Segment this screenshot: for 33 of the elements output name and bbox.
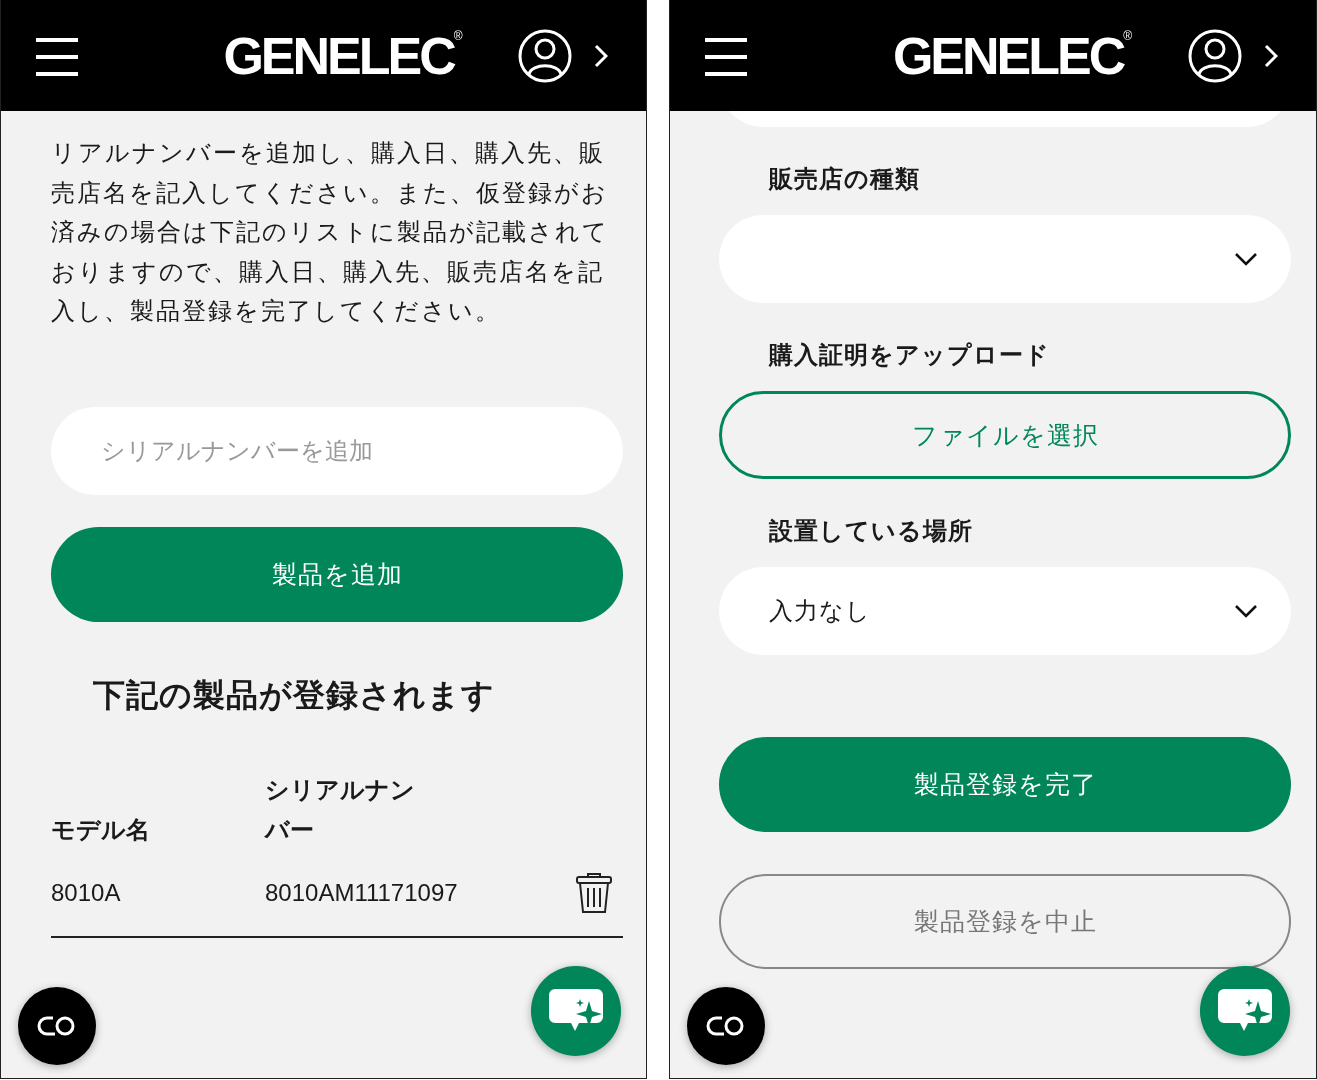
- instruction-text: リアルナンバーを追加し、購入日、購入先、販売店名を記入してください。また、仮登録がお済みの場合は下記のリストに製品が記載されておりますので、購入日、購入先、販売店名を記入し、製品登録を完了してください。: [51, 138, 610, 326]
- chat-sparkle-icon: [549, 989, 603, 1033]
- complete-button[interactable]: 製品登録を完了: [719, 737, 1291, 832]
- chat-button[interactable]: [531, 966, 621, 1056]
- chat-button[interactable]: [1200, 966, 1290, 1056]
- field-label: 設置している場所: [769, 516, 974, 546]
- menu-icon[interactable]: [36, 37, 78, 76]
- chat-sparkle-icon: [1218, 989, 1272, 1033]
- chevron-right-icon[interactable]: [1264, 43, 1278, 68]
- column-header: シリアルナンバー: [265, 774, 416, 845]
- table-cell-text: 8010A: [51, 878, 122, 907]
- trash-icon[interactable]: [575, 871, 613, 914]
- select-value: 入力なし: [769, 596, 871, 626]
- section-heading: 下記の製品が登録されます: [93, 675, 496, 715]
- serial-number-field[interactable]: シリアルナンバーを追加: [51, 406, 623, 495]
- menu-icon[interactable]: [705, 37, 747, 76]
- add-product-button[interactable]: 製品を追加: [51, 526, 623, 622]
- column-header: モデル名: [51, 814, 151, 845]
- link-button[interactable]: [687, 987, 765, 1065]
- field-label: 購入証明をアップロード: [769, 340, 1051, 370]
- chevron-down-icon: [1234, 252, 1258, 266]
- chevron-down-icon: [1234, 604, 1258, 618]
- field-label: 販売店の種類: [769, 164, 921, 194]
- user-icon[interactable]: [1188, 28, 1242, 83]
- table-cell-text: 8010AM11171097: [265, 878, 459, 907]
- file-select-button[interactable]: ファイルを選択: [719, 391, 1291, 479]
- chevron-right-icon[interactable]: [594, 43, 608, 68]
- logo[interactable]: GENELEC$^{®}$: [892, 29, 1133, 82]
- select-field[interactable]: 入力なし: [719, 567, 1291, 655]
- logo[interactable]: GENELEC$^{®}$: [223, 29, 463, 82]
- cancel-button[interactable]: 製品登録を中止: [719, 874, 1291, 969]
- link-button[interactable]: [18, 987, 96, 1065]
- user-icon[interactable]: [518, 28, 572, 83]
